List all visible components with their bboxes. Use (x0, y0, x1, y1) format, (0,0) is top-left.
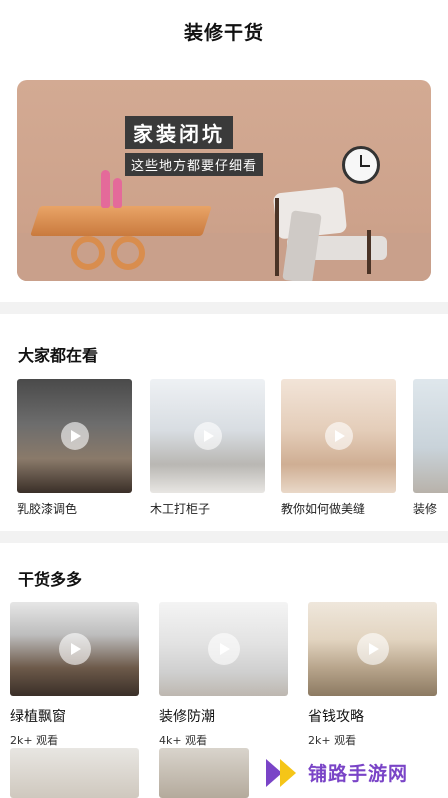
page-title: 装修干货 (183, 21, 264, 44)
banner-table-base (67, 236, 167, 276)
video-thumbnail[interactable] (308, 602, 437, 696)
tips-card[interactable]: 装修防潮 4k+ 观看 (159, 602, 288, 748)
tips-card-title: 装修防潮 (159, 709, 215, 725)
video-thumbnail[interactable] (10, 602, 139, 696)
play-icon[interactable] (193, 422, 222, 450)
promo-banner[interactable]: 家装闭坑 这些地方都要仔细看 (17, 80, 431, 281)
view-count: 4k+ 观看 (159, 734, 208, 747)
video-thumbnail[interactable] (281, 379, 396, 493)
banner-subtitle: 这些地方都要仔细看 (125, 153, 264, 176)
trending-card-label: 装修 (413, 502, 438, 516)
banner-vase (113, 178, 122, 208)
tips-card-thumbnail-partial[interactable] (159, 748, 249, 798)
watermark: 铺路手游网 (262, 752, 442, 792)
banner-chair-leg (367, 230, 371, 274)
video-thumbnail[interactable] (150, 379, 265, 493)
clock-icon (342, 146, 380, 184)
tips-card[interactable]: 绿植飘窗 2k+ 观看 (10, 602, 139, 748)
trending-carousel[interactable]: 乳胶漆调色 木工打柜子 教你如何做美缝 装修 (17, 379, 448, 519)
tips-card-title: 绿植飘窗 (10, 709, 66, 725)
video-thumbnail[interactable] (17, 379, 132, 493)
trending-card-label: 教你如何做美缝 (281, 502, 366, 516)
tips-card[interactable]: 省钱攻略 2k+ 观看 (308, 602, 437, 748)
tips-section-title: 干货多多 (18, 570, 83, 589)
watermark-logo-icon (262, 753, 304, 791)
trending-section-title: 大家都在看 (18, 346, 99, 365)
banner-chair-leg (275, 198, 279, 276)
play-icon[interactable] (60, 422, 89, 450)
tips-card-title: 省钱攻略 (308, 709, 364, 725)
view-count: 2k+ 观看 (10, 734, 59, 747)
watermark-text: 铺路手游网 (308, 762, 409, 785)
trending-card-label: 乳胶漆调色 (17, 502, 78, 516)
play-icon[interactable] (356, 633, 389, 665)
trending-card[interactable]: 乳胶漆调色 (17, 379, 132, 517)
trending-card[interactable]: 木工打柜子 (150, 379, 265, 517)
video-thumbnail[interactable] (413, 379, 448, 493)
banner-table-illustration (30, 206, 212, 236)
video-thumbnail[interactable] (159, 602, 288, 696)
play-icon[interactable] (207, 633, 240, 665)
page-header: 装修干货 (0, 0, 448, 62)
tips-card-thumbnail-partial[interactable] (10, 748, 139, 798)
section-divider (0, 302, 448, 314)
trending-card[interactable]: 装修 (413, 379, 448, 517)
view-count: 2k+ 观看 (308, 734, 357, 747)
banner-title: 家装闭坑 (125, 116, 233, 149)
section-divider (0, 531, 448, 543)
trending-card[interactable]: 教你如何做美缝 (281, 379, 396, 517)
play-icon[interactable] (58, 633, 91, 665)
banner-vase (101, 170, 110, 208)
trending-card-label: 木工打柜子 (150, 502, 211, 516)
play-icon[interactable] (324, 422, 353, 450)
